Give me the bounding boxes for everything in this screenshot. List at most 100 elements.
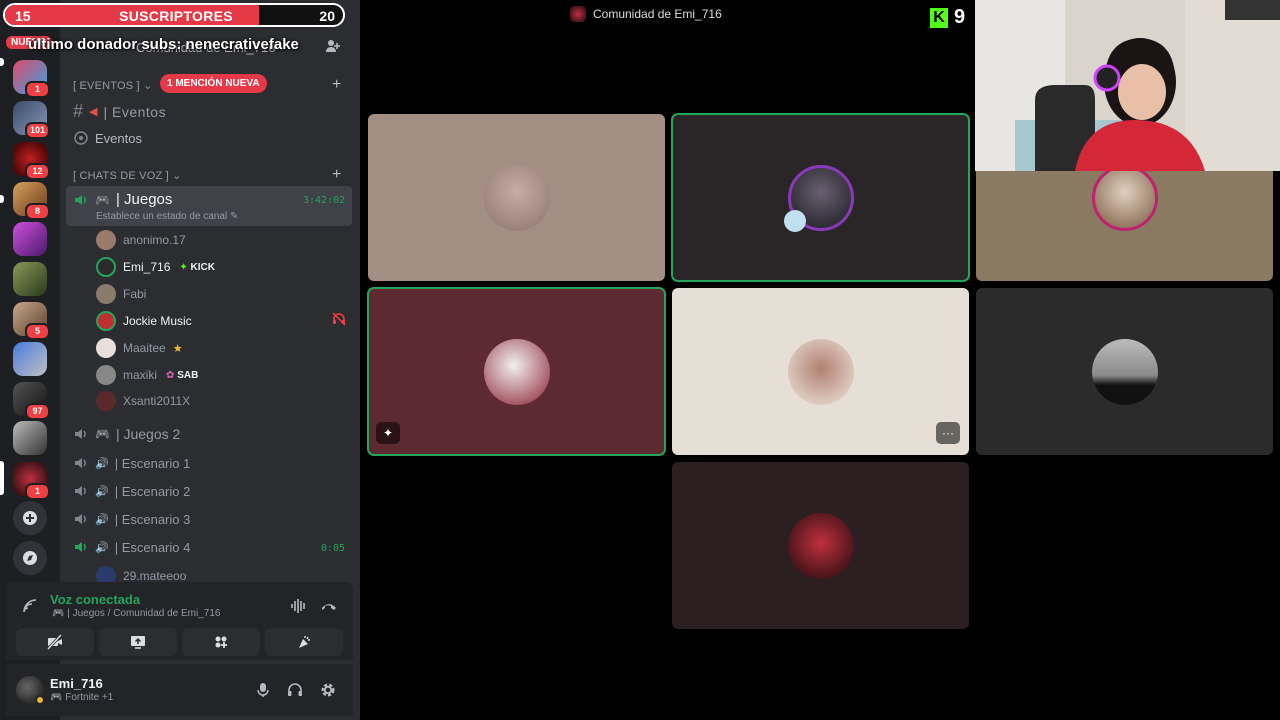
voice-member[interactable]: maxiki ✿ SAB [96, 365, 198, 385]
category-events[interactable]: [ EVENTOS ] ⌄ [73, 79, 152, 92]
voice-member[interactable]: anonimo.17 [96, 230, 186, 250]
speaker-icon [75, 514, 86, 524]
soundboard-icon [299, 636, 310, 648]
ellipsis-icon: ··· [942, 426, 954, 440]
server-icon[interactable]: 97 [13, 382, 50, 420]
more-options-button[interactable]: ··· [936, 422, 960, 444]
sab-tag-label: SAB [177, 369, 199, 381]
channel-label: Eventos [95, 130, 142, 146]
voice-member[interactable]: Fabi [96, 284, 146, 304]
voice-member[interactable]: Emi_716 ✦ KICK [96, 257, 215, 277]
server-icon[interactable]: 5 [13, 302, 50, 340]
discover-button[interactable] [13, 541, 47, 575]
channel-label: | Escenario 3 [114, 511, 191, 527]
rail-indicator [0, 195, 4, 203]
add-channel-icon[interactable]: + [332, 76, 341, 94]
participant-tile[interactable]: ··· [672, 288, 969, 455]
speaker-icon [75, 458, 86, 468]
camera-off-button[interactable] [16, 628, 94, 656]
voice-channel-escenario-2[interactable]: 🔊 | Escenario 2 [73, 483, 190, 499]
camera-off-icon [46, 634, 63, 650]
channel-events-stage[interactable]: Eventos [73, 130, 142, 146]
member-name: maxiki [123, 368, 158, 382]
avatar [96, 338, 116, 358]
chevron-down-icon: ⌄ [172, 170, 182, 182]
add-server-button[interactable] [13, 501, 47, 535]
unread-badge: 101 [24, 122, 50, 139]
channel-timer: 3:42:02 [303, 195, 346, 206]
channel-status-text: Establece un estado de canal [96, 211, 228, 222]
voice-channel-escenario-4[interactable]: 🔊 | Escenario 4 [73, 539, 190, 555]
speaker-icon [75, 542, 86, 552]
noise-suppression-icon[interactable] [290, 598, 308, 614]
participant-tile-speaking[interactable] [671, 113, 970, 282]
server-icon[interactable]: 101 [13, 101, 50, 139]
channel-events-text[interactable]: # ◀ | Eventos [73, 101, 166, 122]
pencil-icon: ✎ [230, 211, 239, 222]
disconnect-icon[interactable] [320, 598, 338, 614]
kick-count-value: 9 [954, 6, 966, 28]
voice-member[interactable]: Jockie Music [96, 311, 192, 331]
voice-channel-juegos-2[interactable]: 🎮 | Juegos 2 [73, 426, 180, 442]
headphones-icon[interactable] [287, 682, 303, 698]
speaker-emoji-icon: 🔊 [95, 513, 109, 526]
voice-channel-juegos[interactable]: 🎮 | Juegos [73, 191, 172, 208]
voice-member[interactable]: Xsanti2011X [96, 391, 190, 411]
voice-location: 🎮 | Juegos / Comunidad de Emi_716 [52, 608, 220, 619]
server-icon[interactable] [13, 262, 47, 296]
participant-tile[interactable] [368, 114, 665, 281]
avatar [96, 230, 116, 250]
member-name: anonimo.17 [123, 233, 186, 247]
user-name[interactable]: Emi_716 [50, 676, 103, 691]
rail-indicator [0, 461, 4, 495]
gamepad-icon: 🎮 [50, 692, 63, 703]
activities-button[interactable] [182, 628, 260, 656]
screen-share-icon [131, 636, 145, 649]
participant-avatar [483, 338, 550, 405]
voice-location-text: | Juegos / Comunidad de Emi_716 [67, 608, 221, 619]
participant-tile[interactable] [976, 288, 1273, 455]
signal-icon[interactable] [22, 598, 38, 614]
mention-badge[interactable]: 1 MENCIÓN NUEVA [160, 74, 267, 93]
voice-member[interactable]: Maaitee ★ [96, 338, 183, 358]
participant-tile-speaking[interactable]: ✦ [367, 287, 666, 456]
server-icon[interactable] [13, 342, 47, 376]
server-icon[interactable]: 12 [13, 142, 50, 180]
activities-icon [215, 636, 227, 648]
rail-indicator [0, 58, 4, 66]
add-channel-icon[interactable]: + [332, 166, 341, 184]
kick-counter: K 9 [930, 6, 965, 29]
screen-share-button[interactable] [99, 628, 177, 656]
channel-label: | Escenario 4 [114, 539, 191, 555]
voice-connection-panel: Voz conectada 🎮 | Juegos / Comunidad de … [6, 582, 353, 660]
participant-avatar [787, 338, 854, 405]
server-icon[interactable] [13, 421, 47, 455]
channel-status-hint[interactable]: Establece un estado de canal ✎ [96, 211, 238, 222]
speaker-emoji-icon: 🔊 [95, 485, 109, 498]
soundboard-reaction-button[interactable]: ✦ [376, 422, 400, 444]
voice-status[interactable]: Voz conectada [50, 592, 140, 607]
participant-avatar [787, 512, 854, 579]
participant-avatar [1091, 338, 1158, 405]
voice-channel-escenario-3[interactable]: 🔊 | Escenario 3 [73, 511, 190, 527]
subscriber-goal-bar: 15 SUSCRIPTORES 20 [3, 3, 345, 27]
speaker-icon [75, 486, 86, 496]
unread-badge: 5 [25, 323, 50, 340]
unread-badge: 12 [25, 163, 50, 180]
server-icon[interactable]: 8 [13, 182, 50, 220]
sab-tag-icon: ✿ [166, 369, 175, 381]
soundboard-button[interactable] [265, 628, 343, 656]
server-icon[interactable] [13, 222, 47, 256]
invite-people-icon[interactable] [325, 38, 341, 54]
sub-goal-target: 20 [319, 8, 335, 24]
webcam-image [975, 0, 1280, 171]
server-icon-current[interactable]: 1 [13, 462, 50, 500]
avatar [96, 311, 116, 331]
voice-channel-escenario-1[interactable]: 🔊 | Escenario 1 [73, 455, 190, 471]
gear-icon[interactable] [320, 682, 336, 698]
microphone-icon[interactable] [256, 682, 270, 698]
kick-tag-icon: ✦ [179, 261, 188, 273]
participant-tile[interactable] [672, 462, 969, 629]
server-icon[interactable]: 1 [13, 60, 50, 98]
category-voice[interactable]: [ CHATS DE VOZ ] ⌄ [73, 169, 182, 182]
